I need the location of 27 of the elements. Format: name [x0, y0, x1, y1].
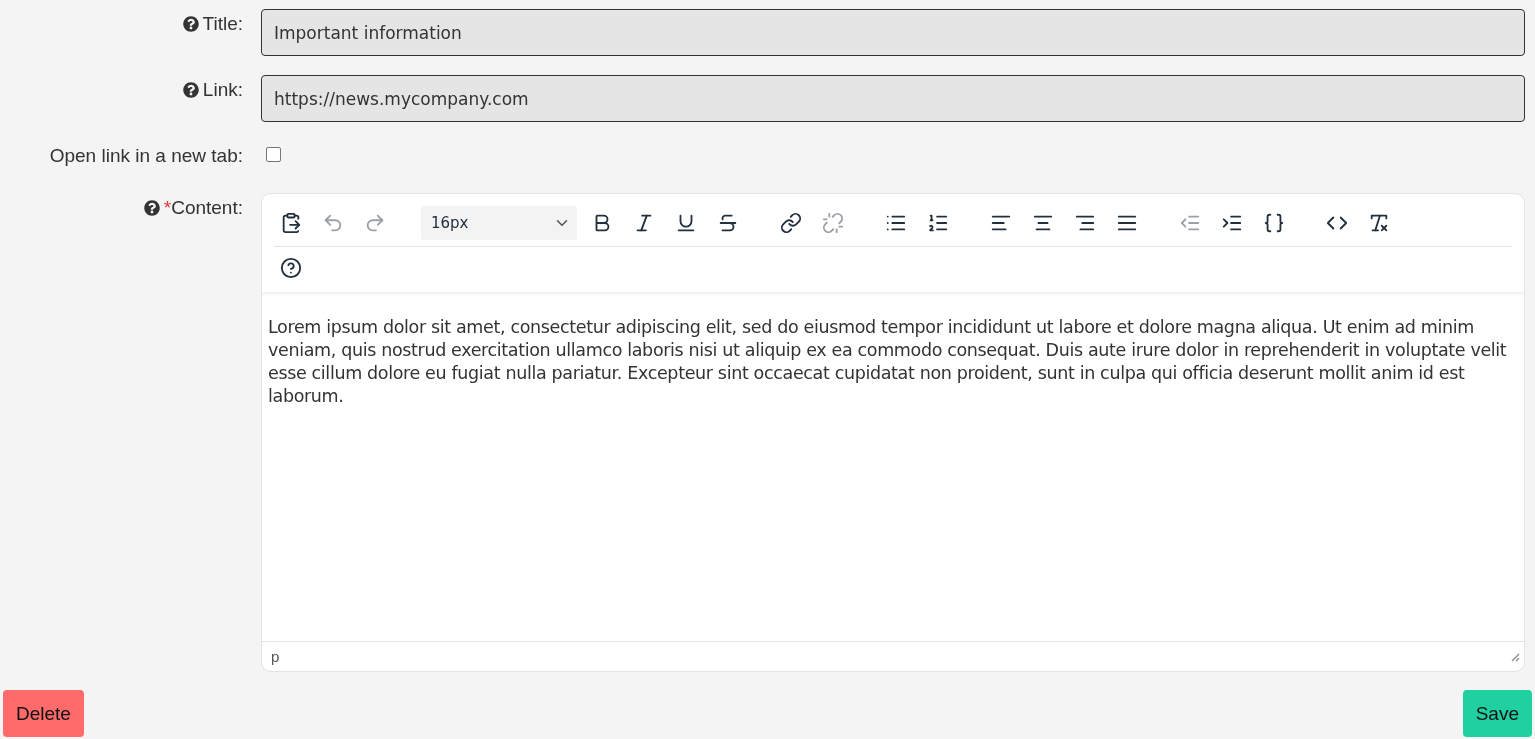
help-icon[interactable] — [182, 82, 199, 98]
help-icon — [280, 257, 302, 279]
underline-icon — [675, 212, 697, 234]
font-size-select[interactable]: 16px — [421, 206, 577, 240]
strikethrough-icon — [717, 212, 739, 234]
unlink-icon — [822, 212, 844, 234]
link-icon — [780, 212, 802, 234]
numbered-list-icon — [927, 212, 949, 234]
field-label: *Content: — [163, 197, 243, 219]
undo-icon — [322, 212, 344, 234]
text-field[interactable]: https://news.mycompany.com — [261, 75, 1525, 122]
checkbox[interactable] — [266, 147, 281, 162]
braces-icon — [1263, 212, 1285, 234]
clear-formatting-icon — [1368, 212, 1390, 234]
editor-content[interactable]: Lorem ipsum dolor sit amet, consectetur adipiscing elit, sed do eiusmod tempor incididunt ut labore et dolore magna aliqua. Ut enim ad minim veniam, quis nostrud exercitation ullamco laboris nisi ut aliquip ex ea commodo consequat. Duis aute irure dolor in reprehenderit in voluptate velit esse cillum dolore eu fugiat nulla pariatur. Excepteur sint occaecat cupidatat non proident, sunt in culpa qui officia deserunt mollit anim id est laborum. — [262, 292, 1524, 641]
field-label: Open link in a new tab: — [49, 145, 243, 167]
text-field[interactable]: Important information — [261, 9, 1525, 56]
resize-handle-icon[interactable] — [1510, 651, 1520, 662]
delete-button[interactable]: Delete — [3, 690, 84, 737]
field-label: Link: — [202, 79, 243, 101]
help-icon[interactable] — [182, 16, 199, 32]
help-icon[interactable] — [143, 200, 160, 216]
save-button[interactable]: Save — [1462, 690, 1532, 737]
redo-icon — [364, 212, 386, 234]
field-label: Title: — [202, 13, 243, 35]
element-path: p — [271, 648, 280, 665]
paste-icon — [280, 212, 302, 234]
